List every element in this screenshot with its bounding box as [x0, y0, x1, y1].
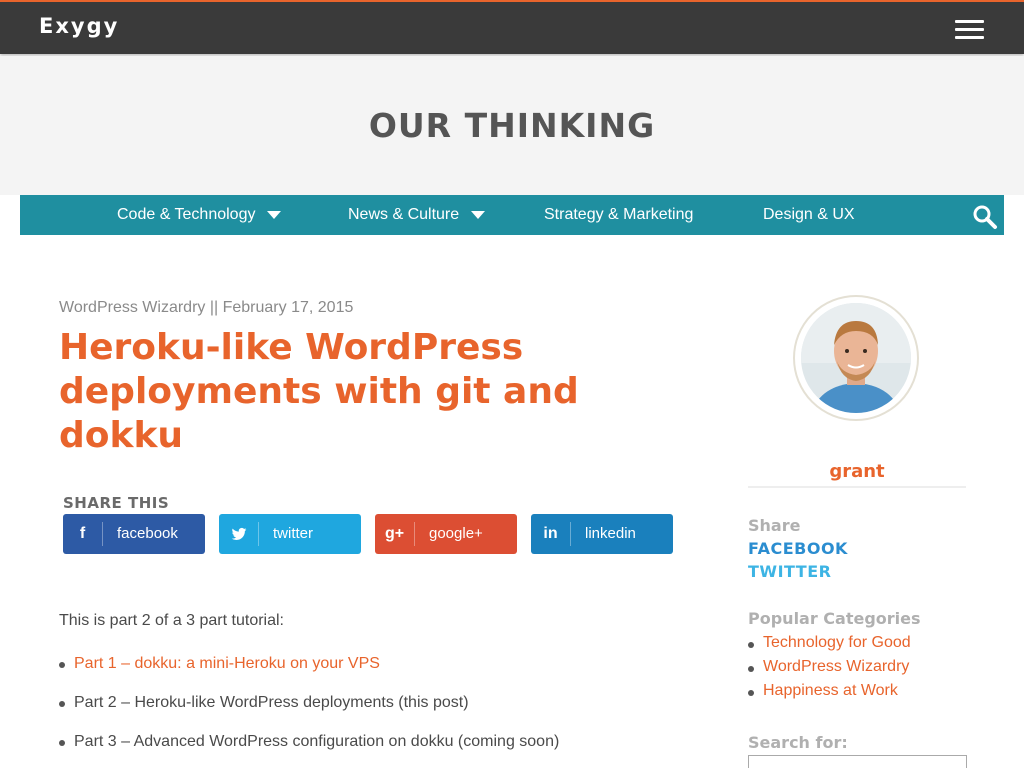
share-facebook-button[interactable]: f facebook	[63, 514, 205, 554]
popular-category-label: Happiness at Work	[763, 682, 898, 699]
author-avatar[interactable]	[793, 295, 919, 421]
popular-category-link[interactable]: WordPress Wizardry	[748, 658, 909, 676]
tutorial-part-1-link[interactable]: Part 1 – dokku: a mini-Heroku on your VP…	[74, 655, 380, 672]
share-button-label: facebook	[117, 525, 178, 542]
sidebar-share-twitter-link[interactable]: TWITTER	[748, 562, 831, 581]
nav-item-label: Strategy & Marketing	[544, 206, 694, 223]
author-photo	[801, 303, 911, 413]
popular-category-label: WordPress Wizardry	[763, 658, 910, 675]
top-navbar: Exygy	[0, 0, 1024, 54]
nav-item-design-ux[interactable]: Design & UX	[763, 206, 855, 224]
bullet-icon	[59, 662, 65, 668]
hamburger-menu-icon[interactable]	[955, 20, 984, 39]
search-heading: Search for:	[748, 733, 848, 752]
caret-down-icon	[471, 210, 486, 219]
bullet-icon	[748, 666, 754, 672]
search-icon[interactable]	[972, 204, 998, 230]
facebook-icon: f	[63, 522, 103, 546]
share-button-label: linkedin	[585, 525, 636, 542]
popular-categories-heading: Popular Categories	[748, 609, 921, 628]
nav-item-label: News & Culture	[348, 206, 460, 223]
popular-category-link[interactable]: Technology for Good	[748, 634, 911, 652]
caret-down-icon	[267, 210, 282, 219]
post-intro: This is part 2 of a 3 part tutorial:	[59, 612, 284, 629]
page-title: OUR THINKING	[368, 106, 656, 145]
nav-item-label: Code & Technology	[117, 206, 256, 223]
list-item: Part 2 – Heroku-like WordPress deploymen…	[59, 692, 599, 714]
share-linkedin-button[interactable]: in linkedin	[531, 514, 673, 554]
linkedin-icon: in	[531, 522, 571, 546]
brand-logo[interactable]: Exygy	[39, 14, 119, 38]
tutorial-part-3-text: Part 3 – Advanced WordPress configuratio…	[74, 733, 560, 750]
post-category[interactable]: WordPress Wizardry	[59, 299, 205, 316]
bullet-icon	[748, 690, 754, 696]
twitter-bird-icon	[219, 522, 259, 546]
bullet-icon	[59, 740, 65, 746]
nav-item-strategy-marketing[interactable]: Strategy & Marketing	[544, 206, 693, 224]
share-button-label: google+	[429, 525, 483, 542]
post-date: February 17, 2015	[222, 299, 354, 316]
tutorial-part-2-text: Part 2 – Heroku-like WordPress deploymen…	[74, 694, 469, 711]
nav-item-code-technology[interactable]: Code & Technology	[117, 206, 282, 224]
popular-category-label: Technology for Good	[763, 634, 911, 651]
bullet-icon	[748, 642, 754, 648]
nav-item-news-culture[interactable]: News & Culture	[348, 206, 486, 224]
share-twitter-button[interactable]: twitter	[219, 514, 361, 554]
share-label: SHARE THIS	[63, 494, 170, 512]
popular-category-link[interactable]: Happiness at Work	[748, 682, 898, 700]
sidebar-share-facebook-link[interactable]: FACEBOOK	[748, 539, 848, 558]
bullet-icon	[59, 701, 65, 707]
list-item: Part 1 – dokku: a mini-Heroku on your VP…	[59, 653, 599, 675]
author-name[interactable]: grant	[748, 461, 966, 488]
share-google-plus-button[interactable]: g+ google+	[375, 514, 517, 554]
nav-item-label: Design & UX	[763, 206, 855, 223]
sidebar-search-input[interactable]	[748, 755, 967, 768]
category-nav: Code & Technology News & Culture Strateg…	[20, 195, 1004, 235]
sidebar-share-heading: Share	[748, 516, 801, 535]
list-item: Part 3 – Advanced WordPress configuratio…	[59, 731, 599, 753]
meta-separator: ||	[209, 299, 219, 316]
post-title: Heroku-like WordPress deployments with g…	[59, 327, 579, 456]
post-meta: WordPress Wizardry || February 17, 2015	[59, 299, 353, 317]
google-plus-icon: g+	[375, 522, 415, 546]
share-button-label: twitter	[273, 525, 314, 542]
